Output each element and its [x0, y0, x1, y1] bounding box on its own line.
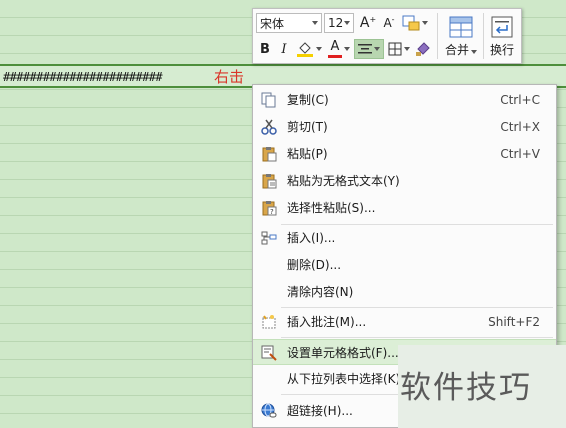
bold-button[interactable]: B [257, 39, 273, 59]
fill-bucket-icon [297, 42, 313, 57]
shrink-font-icon: A [383, 16, 392, 30]
menu-item-insert-comment[interactable]: 插入批注(M)... Shift+F2 [253, 309, 556, 335]
menu-item-label: 从下拉列表中选择(K) [287, 372, 401, 386]
cell-value: ######################## [3, 70, 163, 84]
chevron-down-icon [422, 21, 428, 25]
menu-item-copy[interactable]: 复制(C) Ctrl+C [253, 87, 556, 113]
paste-text-icon [260, 172, 278, 190]
chevron-down-icon [404, 47, 410, 51]
copy-icon [260, 91, 278, 109]
font-color-icon: A [328, 40, 342, 58]
chevron-down-icon [344, 21, 350, 25]
align-center-icon [358, 44, 372, 54]
font-size-value: 12 [328, 16, 344, 30]
chevron-down-icon [471, 49, 477, 54]
menu-item-delete[interactable]: 删除(D)... [253, 252, 556, 278]
font-name-value: 宋体 [260, 16, 285, 31]
menu-item-shortcut: Ctrl+C [500, 93, 540, 107]
borders-button[interactable] [386, 39, 412, 59]
hyperlink-icon [260, 402, 278, 420]
menu-item-label: 插入(I)... [287, 231, 336, 245]
merge-label: 合并 [444, 42, 469, 57]
watermark: 软件技巧 [400, 370, 532, 406]
fill-color-button[interactable] [295, 39, 323, 59]
grow-font-button[interactable]: A + [359, 13, 377, 33]
font-color-bar [328, 55, 342, 58]
chevron-down-icon [344, 47, 350, 51]
menu-item-insert[interactable]: 插入(I)... [253, 225, 556, 251]
merge-cells-icon [449, 16, 473, 37]
chevron-down-icon [312, 21, 318, 25]
format-cells-icon [260, 344, 278, 362]
chevron-down-icon [374, 47, 380, 51]
borders-icon [388, 42, 402, 56]
toolbar-separator [437, 13, 438, 59]
align-center-button[interactable] [354, 39, 384, 59]
comment-icon [260, 313, 278, 331]
menu-item-label: 插入批注(M)... [287, 315, 367, 329]
font-name-combo[interactable]: 宋体 [256, 13, 322, 33]
grow-font-plus-icon: + [369, 14, 377, 24]
merge-button[interactable]: 合并 [442, 12, 480, 60]
font-size-combo[interactable]: 12 [324, 13, 354, 33]
menu-item-paste-as-text[interactable]: 粘贴为无格式文本(Y) [253, 168, 556, 194]
paste-icon [260, 145, 278, 163]
menu-item-label: 选择性粘贴(S)... [287, 201, 376, 215]
wrap-text-label: 换行 [489, 42, 514, 57]
menu-item-label: 粘贴(P) [287, 147, 328, 161]
menu-item-label: 复制(C) [287, 93, 329, 107]
font-color-button[interactable]: A [325, 39, 353, 59]
right-click-annotation: 右击 [214, 68, 245, 86]
menu-item-clear-contents[interactable]: 清除内容(N) [253, 279, 556, 305]
chevron-down-icon [316, 47, 322, 51]
menu-separator [281, 307, 553, 308]
shrink-font-minus-icon: - [391, 14, 395, 24]
menu-item-shortcut: Ctrl+V [500, 147, 540, 161]
toolbar-separator [483, 13, 484, 59]
menu-item-paste-special[interactable]: ? 选择性粘贴(S)... [253, 195, 556, 221]
mini-toolbar: 宋体 12 A + A- B I A 合并 换行 [252, 8, 522, 64]
wrap-text-icon [491, 16, 513, 37]
menu-item-label: 删除(D)... [287, 258, 342, 272]
paste-special-icon: ? [260, 199, 278, 217]
wrap-text-button[interactable]: 换行 [486, 12, 518, 60]
menu-item-label: 设置单元格格式(F)... [287, 346, 399, 360]
menu-item-shortcut: Shift+F2 [488, 315, 540, 329]
menu-item-label: 剪切(T) [287, 120, 328, 134]
format-painter-button[interactable] [414, 39, 432, 59]
menu-item-cut[interactable]: 剪切(T) Ctrl+X [253, 114, 556, 140]
menu-item-label: 粘贴为无格式文本(Y) [287, 174, 400, 188]
shrink-font-button[interactable]: A- [380, 13, 398, 33]
svg-text:?: ? [270, 208, 274, 216]
grow-font-icon: A [359, 15, 370, 31]
scissors-icon [260, 118, 278, 136]
cell-style-button[interactable] [402, 13, 428, 33]
italic-button[interactable]: I [276, 39, 292, 59]
menu-item-paste[interactable]: 粘贴(P) Ctrl+V [253, 141, 556, 167]
insert-icon [260, 229, 278, 247]
menu-separator [281, 337, 553, 338]
cell-style-icon [402, 15, 420, 31]
menu-item-shortcut: Ctrl+X [500, 120, 540, 134]
menu-item-label: 清除内容(N) [287, 285, 354, 299]
menu-item-label: 超链接(H)... [287, 404, 353, 418]
format-painter-icon [416, 42, 430, 56]
merge-label-row: 合并 [445, 41, 477, 58]
font-color-letter: A [330, 39, 340, 54]
